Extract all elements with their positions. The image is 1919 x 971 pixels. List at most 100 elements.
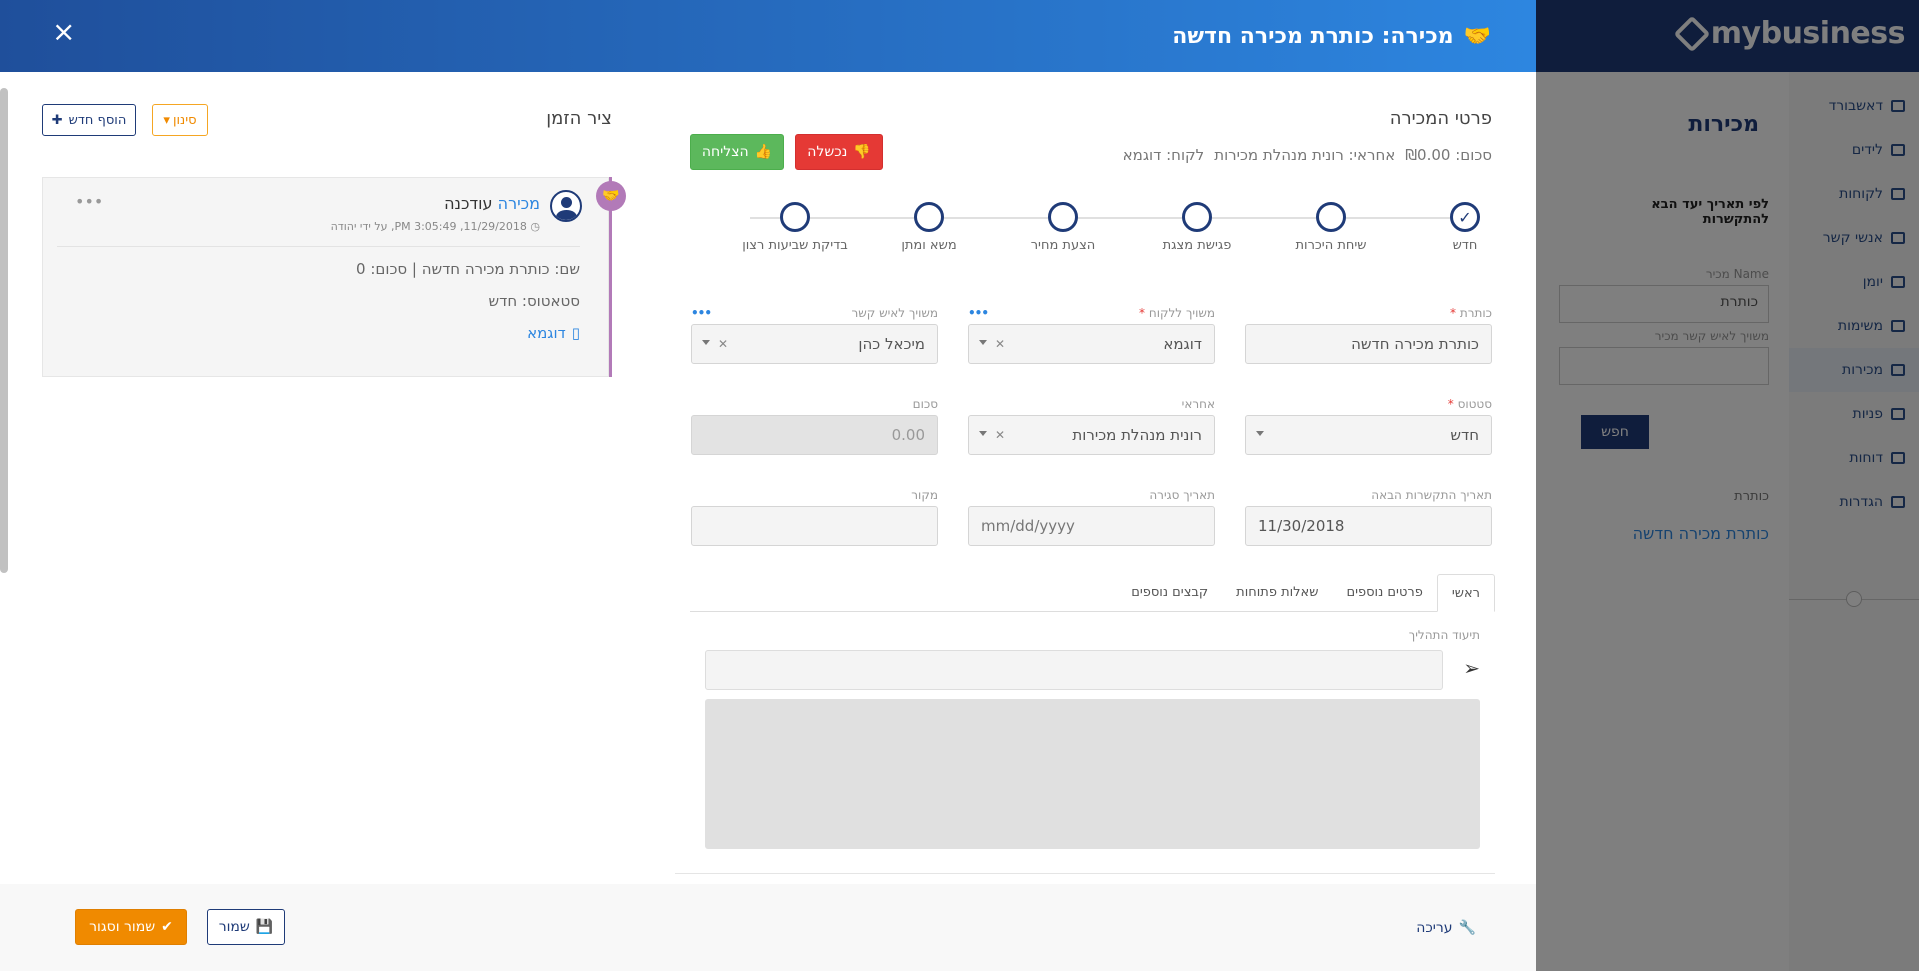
next-contact-input[interactable]: 11/30/2018 bbox=[1245, 506, 1492, 546]
clear-icon[interactable]: ✕ bbox=[718, 337, 728, 351]
caret-down-icon: ▾ bbox=[163, 112, 170, 128]
field-label: אחראי bbox=[1181, 397, 1215, 411]
status-select[interactable]: חדש bbox=[1245, 415, 1492, 455]
stage-label: הצעת מחיר bbox=[1030, 238, 1096, 253]
summary-amount: סכום: ₪0.00 bbox=[1405, 146, 1492, 164]
stage-new[interactable]: ✓ חדש bbox=[1398, 202, 1532, 253]
sale-summary: סכום: ₪0.00 אחראי: רונית מנהלת מכירות לק… bbox=[1123, 146, 1492, 164]
won-label: הצליחה bbox=[701, 144, 749, 160]
wrench-icon: 🔧 bbox=[1458, 920, 1476, 936]
thumbs-down-icon: 👎 bbox=[853, 144, 871, 160]
title-value: כותרת מכירה חדשה bbox=[1351, 335, 1479, 353]
client-select[interactable]: דוגמא ✕ bbox=[968, 324, 1215, 364]
next-contact-field: תאריך התקשרות הבאה 11/30/2018 bbox=[1245, 488, 1492, 546]
required-marker: * bbox=[1450, 306, 1456, 320]
title-label: כותרת * bbox=[1245, 306, 1492, 324]
contact-value: מיכאל כהן bbox=[858, 335, 925, 353]
floppy-icon: 💾 bbox=[255, 919, 274, 935]
won-button[interactable]: 👍 הצליחה bbox=[690, 134, 784, 170]
close-button[interactable]: × bbox=[52, 18, 75, 46]
chevron-down-icon bbox=[979, 431, 987, 436]
filter-label: סינון bbox=[172, 112, 197, 128]
field-label: משויך ללקוח bbox=[1148, 306, 1215, 320]
entry-meta-text: 11/29/2018, 3:05:49 PM, על ידי יהודה bbox=[330, 220, 527, 233]
stage-satisfaction[interactable]: בדיקת שביעות רצון bbox=[728, 202, 862, 253]
title-input[interactable]: כותרת מכירה חדשה bbox=[1245, 324, 1492, 364]
avatar-head bbox=[561, 197, 572, 208]
timeline-entry-card: מכירה עודכנה ◷ 11/29/2018, 3:05:49 PM, ע… bbox=[42, 177, 609, 377]
process-doc-label: תיעוד התהליך bbox=[1408, 628, 1480, 642]
tab-additional-files[interactable]: קבצים נוספים bbox=[1117, 574, 1222, 612]
stage-check-icon: ✓ bbox=[1450, 202, 1480, 232]
clear-icon[interactable]: ✕ bbox=[995, 337, 1005, 351]
thumbs-up-icon: 👍 bbox=[754, 144, 773, 160]
lost-button[interactable]: 👎 נכשלה bbox=[795, 134, 883, 170]
client-label: משויך ללקוח * bbox=[968, 306, 1215, 324]
avatar-torso bbox=[556, 210, 577, 220]
sale-details-form: פרטי המכירה סכום: ₪0.00 אחראי: רונית מנה… bbox=[675, 72, 1510, 877]
entry-client-name: דוגמא bbox=[527, 324, 566, 342]
stage-presentation[interactable]: פגישת מצגת bbox=[1130, 202, 1264, 253]
form-tabs: ראשי פרטים נוספים שאלות פתוחות קבצים נוס… bbox=[690, 574, 1495, 612]
owner-select[interactable]: רונית מנהלת מכירות ✕ bbox=[968, 415, 1215, 455]
chevron-down-icon bbox=[702, 340, 710, 345]
stage-circle bbox=[1182, 202, 1212, 232]
field-label: סכום bbox=[912, 397, 938, 411]
amount-field: סכום 0.00 bbox=[691, 397, 938, 455]
entry-client-link[interactable]: ▯ דוגמא bbox=[527, 324, 580, 342]
entry-heading: מכירה עודכנה bbox=[444, 194, 540, 213]
close-date-placeholder: mm/dd/yyyy bbox=[981, 517, 1075, 535]
more-options-icon[interactable]: ••• bbox=[75, 192, 103, 211]
contact-select[interactable]: מיכאל כהן ✕ bbox=[691, 324, 938, 364]
stage-label: משא ומתן bbox=[901, 238, 957, 253]
avatar bbox=[550, 190, 582, 222]
edit-link[interactable]: 🔧 עריכה bbox=[1416, 920, 1476, 936]
timeline-panel: ציר הזמן סינון ▾ הוסף חדש ✚ מכירה עודכנה ◷… bbox=[42, 72, 626, 402]
entry-action: עודכנה bbox=[444, 194, 493, 213]
stage-circle bbox=[780, 202, 810, 232]
amount-input: 0.00 bbox=[691, 415, 938, 455]
next-contact-value: 11/30/2018 bbox=[1258, 517, 1345, 535]
stage-quote[interactable]: הצעת מחיר bbox=[996, 202, 1130, 253]
tab-main[interactable]: ראשי bbox=[1436, 574, 1495, 612]
client-field: משויך ללקוח * ••• דוגמא ✕ bbox=[968, 306, 1215, 364]
more-options-icon[interactable]: ••• bbox=[691, 306, 712, 320]
stage-intro-call[interactable]: שיחת היכרות bbox=[1264, 202, 1398, 253]
send-icon[interactable]: ➢ bbox=[1463, 656, 1480, 680]
save-button[interactable]: שמור 💾 bbox=[207, 909, 285, 945]
client-value: דוגמא bbox=[1163, 335, 1202, 353]
modal-header: 🤝 מכירה: כותרת מכירה חדשה × bbox=[0, 0, 1536, 72]
entry-name-line: שם: כותרת מכירה חדשה | סכום: 0 bbox=[356, 260, 580, 278]
field-label: כותרת bbox=[1459, 306, 1492, 320]
building-icon: ▯ bbox=[571, 324, 580, 342]
scrollbar[interactable] bbox=[0, 88, 8, 573]
divider bbox=[57, 246, 580, 247]
stage-label: חדש bbox=[1452, 238, 1478, 253]
tab-more-details[interactable]: פרטים נוספים bbox=[1332, 574, 1436, 612]
field-label: תאריך סגירה bbox=[1149, 488, 1215, 502]
source-field: מקור bbox=[691, 488, 938, 546]
stage-negotiation[interactable]: משא ומתן bbox=[862, 202, 996, 253]
more-options-icon[interactable]: ••• bbox=[968, 306, 989, 320]
stage-label: שיחת היכרות bbox=[1295, 238, 1367, 253]
process-doc-input[interactable] bbox=[705, 650, 1443, 690]
entry-type-link[interactable]: מכירה bbox=[498, 194, 540, 213]
stage-circle bbox=[1048, 202, 1078, 232]
contact-field: משויך לאיש קשר ••• מיכאל כהן ✕ bbox=[691, 306, 938, 364]
save-and-close-button[interactable]: שמור וסגור ✔ bbox=[75, 909, 187, 945]
process-doc-textarea[interactable] bbox=[705, 699, 1480, 849]
section-title: פרטי המכירה bbox=[1389, 108, 1492, 129]
add-label: הוסף חדש bbox=[68, 112, 127, 128]
field-label: תאריך התקשרות הבאה bbox=[1371, 488, 1492, 502]
add-new-button[interactable]: הוסף חדש ✚ bbox=[42, 104, 136, 136]
close-date-input[interactable]: mm/dd/yyyy bbox=[968, 506, 1215, 546]
sale-modal: 🤝 מכירה: כותרת מכירה חדשה × פרטי המכירה … bbox=[0, 0, 1536, 971]
source-input[interactable] bbox=[691, 506, 938, 546]
tab-open-questions[interactable]: שאלות פתוחות bbox=[1222, 574, 1332, 612]
clear-icon[interactable]: ✕ bbox=[995, 428, 1005, 442]
required-marker: * bbox=[1139, 306, 1146, 320]
stage-label: פגישת מצגת bbox=[1162, 238, 1232, 253]
save-close-label: שמור וסגור bbox=[89, 919, 156, 935]
filter-dropdown-button[interactable]: סינון ▾ bbox=[152, 104, 208, 136]
chevron-down-icon bbox=[1256, 431, 1264, 436]
